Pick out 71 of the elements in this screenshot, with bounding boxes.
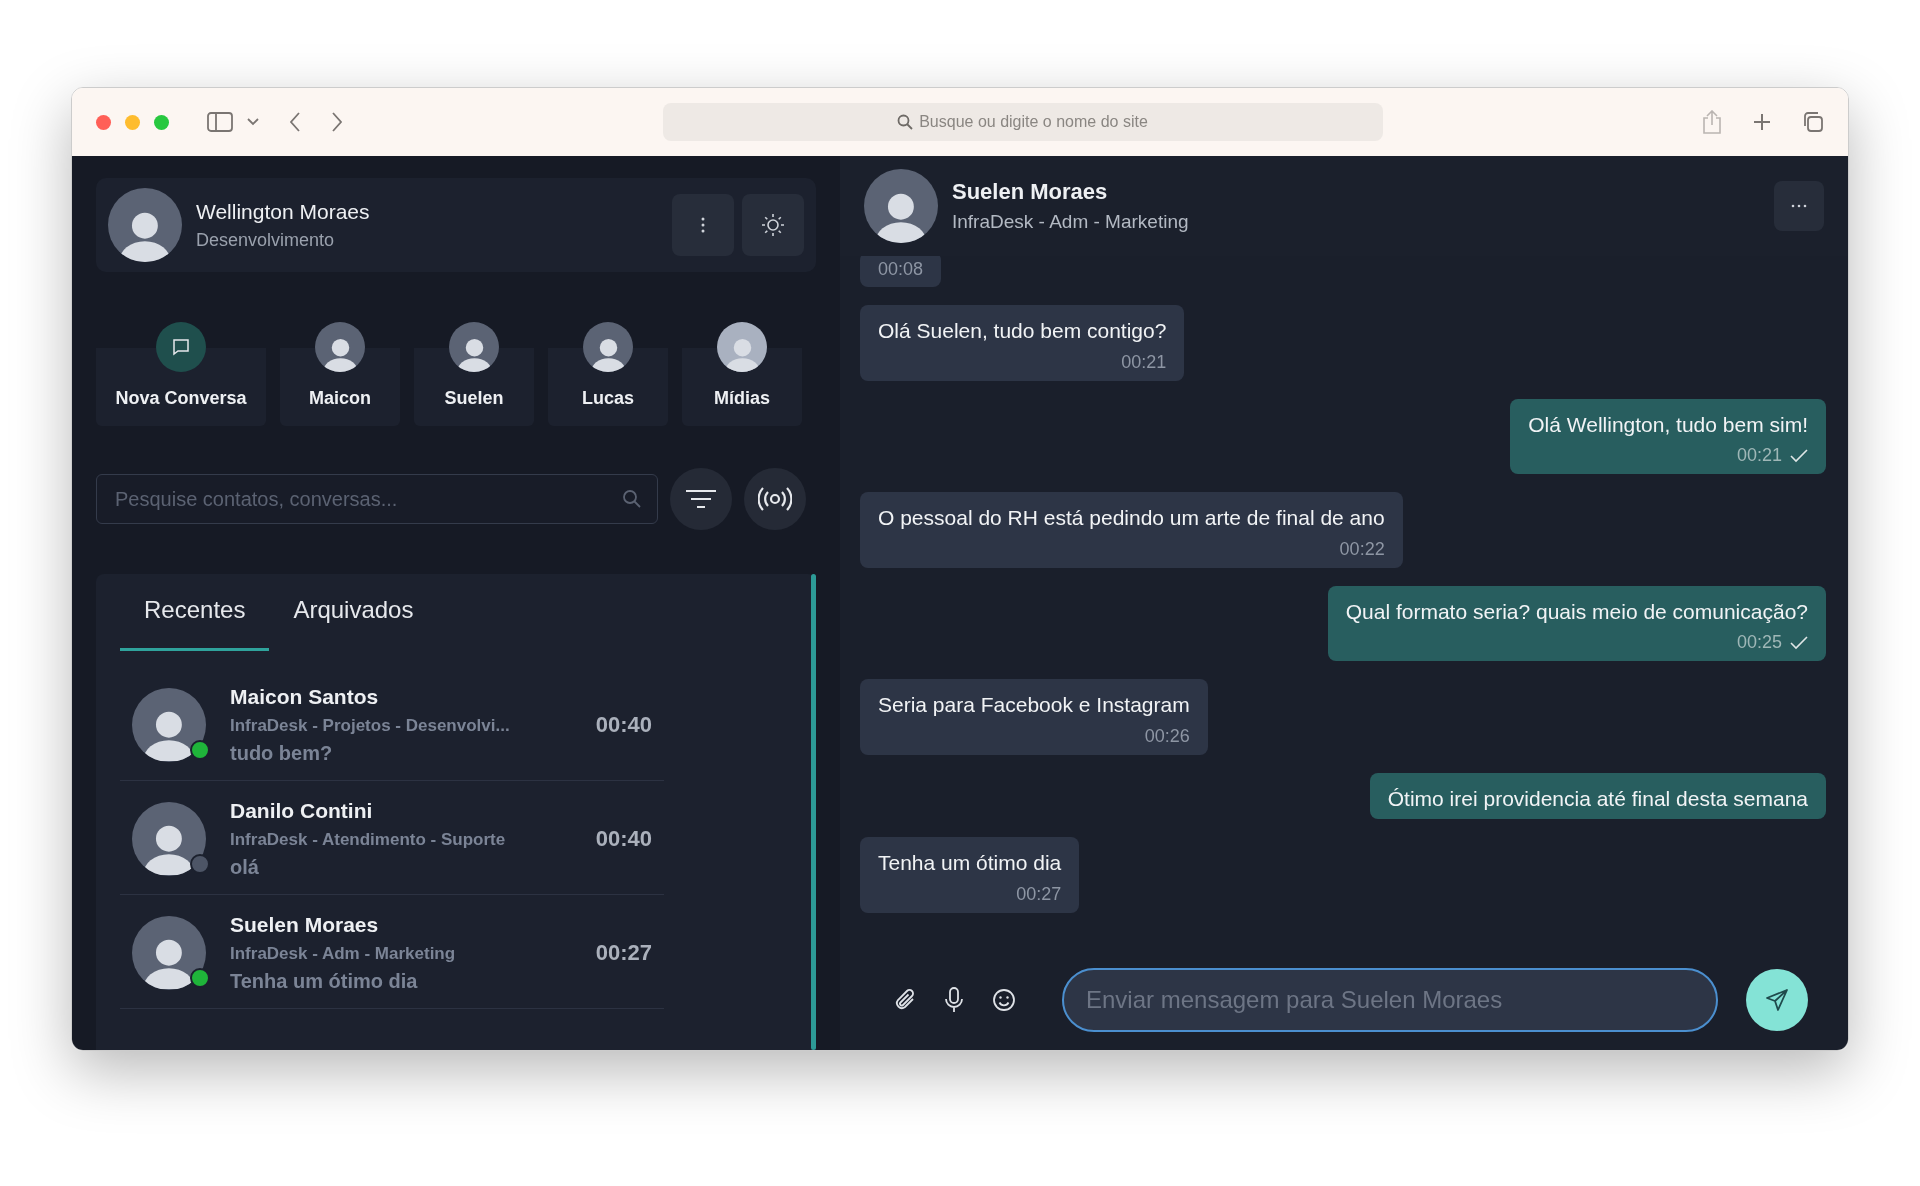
kebab-menu-icon — [701, 217, 705, 233]
message-text: O pessoal do RH está pedindo um arte de final de ano — [878, 505, 1385, 531]
address-placeholder: Busque ou digite o nome do site — [919, 112, 1148, 132]
message-time: 00:08 — [878, 258, 924, 281]
message-input[interactable]: Enviar mensagem para Suelen Moraes — [1062, 968, 1718, 1032]
message-text: Tenha um ótimo dia — [878, 850, 1062, 876]
new-conversation-button[interactable]: Nova Conversa — [96, 322, 266, 426]
message-time: 00:26 — [1144, 724, 1190, 748]
message-time: 00:40 — [595, 825, 652, 853]
message-text: Seria para Facebook e Instagram — [878, 692, 1190, 718]
contact-group: InfraDesk - Atendimento - Suporte — [230, 826, 506, 852]
contact-name: Suelen Moraes — [230, 912, 380, 938]
paperclip-icon — [894, 988, 916, 1012]
chevron-down-icon[interactable] — [247, 118, 259, 126]
message-text: Qual formato seria? quais meio de comunicação? — [1345, 598, 1808, 625]
contact-name: Maicon Santos — [230, 684, 380, 710]
contact-group: InfraDesk - Projetos - Desenvolvi... — [230, 712, 510, 738]
contact-shortcut[interactable]: Lucas — [548, 322, 668, 426]
search-icon — [897, 114, 914, 130]
message-text: Olá Wellington, tudo bem sim! — [1528, 411, 1808, 438]
theme-toggle-button[interactable] — [742, 194, 804, 256]
back-icon[interactable] — [289, 112, 301, 132]
message-preview: olá — [230, 855, 260, 880]
broadcast-icon — [758, 486, 792, 512]
ellipsis-icon — [1791, 204, 1807, 208]
media-button[interactable]: Mídias — [682, 322, 802, 426]
sidebar-icon[interactable] — [207, 112, 233, 132]
contact-shortcut[interactable]: Suelen — [414, 322, 534, 426]
attach-button[interactable] — [894, 988, 916, 1012]
conversation-item[interactable]: Danilo Contini InfraDesk - Atendimento - Suporte olá 00:40 — [120, 781, 664, 895]
new-tab-icon[interactable] — [1752, 112, 1772, 132]
contact-avatar — [449, 322, 499, 372]
message-text: Ótimo irei providencia até final desta semana — [1387, 785, 1808, 812]
smiley-icon — [992, 988, 1016, 1012]
contact-name: Danilo Contini — [230, 798, 374, 824]
user-role: Desenvolvimento — [196, 229, 336, 253]
chat-bubble-icon — [156, 322, 206, 372]
message-text: Olá Suelen, tudo bem contigo? — [878, 318, 1167, 344]
filter-icon — [685, 489, 717, 509]
message-preview: tudo bem? — [230, 741, 334, 766]
send-icon — [1765, 988, 1789, 1012]
scrollbar[interactable] — [811, 574, 816, 1050]
contact-group: InfraDesk - Adm - Marketing — [230, 940, 456, 966]
message-time: 00:21 — [1121, 350, 1167, 374]
message-preview: Tenha um ótimo dia — [230, 969, 419, 994]
message-time: 00:21 — [1736, 444, 1782, 467]
forward-icon[interactable] — [331, 112, 343, 132]
contact-avatar — [583, 322, 633, 372]
conversation-item[interactable]: Suelen Moraes InfraDesk - Adm - Marketing Tenha um ótimo dia 00:27 — [120, 895, 664, 1009]
contact-group: InfraDesk - Adm - Marketing — [952, 208, 1189, 237]
microphone-button[interactable] — [944, 987, 964, 1013]
search-field[interactable]: Pesquise contatos, conversas... — [96, 474, 658, 524]
user-name: Wellington Moraes — [196, 198, 370, 225]
tab[interactable]: Arquivados — [269, 574, 438, 651]
search-icon — [622, 489, 642, 509]
message-time: 00:40 — [595, 711, 652, 739]
contact-avatar — [315, 322, 365, 372]
emoji-button[interactable] — [992, 988, 1016, 1012]
microphone-icon — [944, 987, 964, 1013]
tab[interactable]: Recentes — [120, 574, 270, 651]
close-button[interactable] — [96, 114, 111, 130]
message-time: 00:27 — [595, 939, 652, 967]
sun-icon — [761, 213, 785, 237]
tabs-overview-icon[interactable] — [1802, 111, 1824, 133]
message-time: 00:25 — [1736, 631, 1782, 654]
contact-name: Suelen Moraes — [952, 178, 1109, 207]
conversation-item[interactable]: Maicon Santos InfraDesk - Projetos - Desenvolvi... tudo bem? 00:40 — [120, 667, 664, 781]
message-time: 00:22 — [1339, 537, 1385, 561]
user-silhouette-icon — [717, 322, 767, 372]
contact-shortcut[interactable]: Maicon — [280, 322, 400, 426]
message-time: 00:27 — [1016, 882, 1062, 906]
